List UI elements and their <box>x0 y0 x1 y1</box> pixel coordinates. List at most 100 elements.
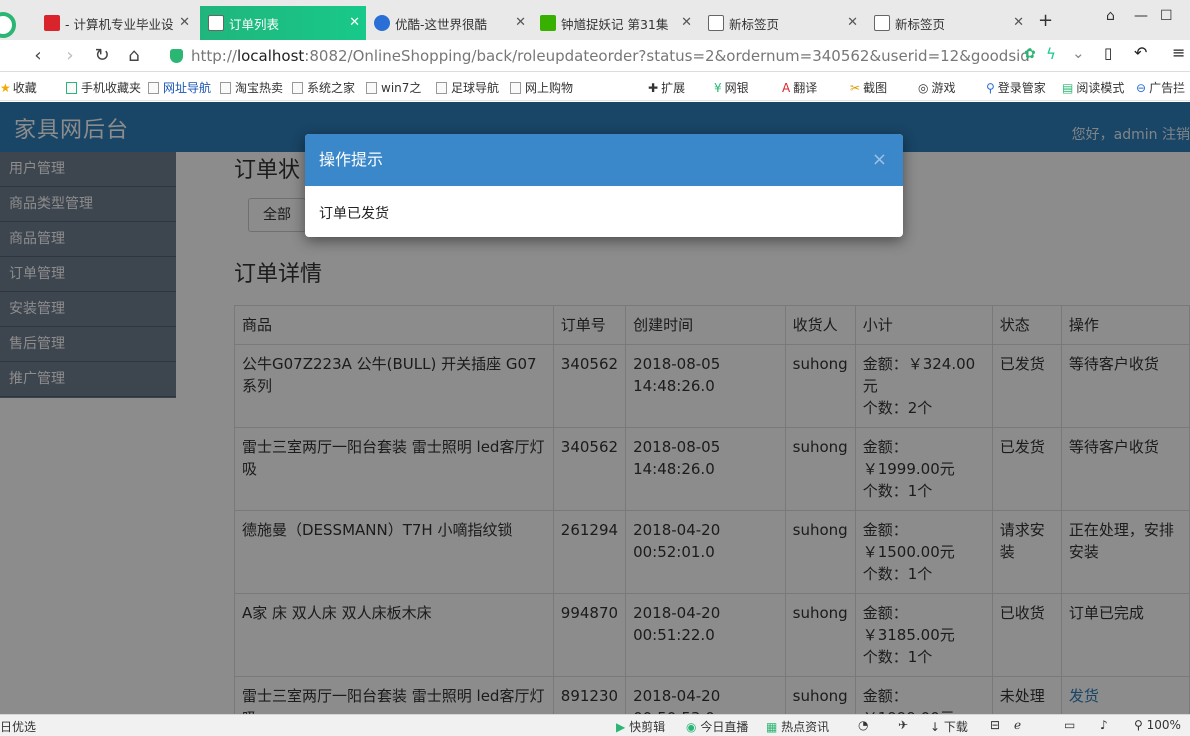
close-tab-icon[interactable]: ✕ <box>515 15 526 30</box>
forward-icon[interactable]: › <box>54 45 86 66</box>
play-icon: ▶ <box>616 720 626 734</box>
bookmark-item[interactable]: ¥ 网银 <box>714 79 749 96</box>
key-icon: ⚲ <box>986 80 995 95</box>
tab-2[interactable]: 优酷-这世界很酷 ✕ <box>366 6 532 40</box>
page-icon <box>510 81 521 94</box>
bookmark-label: 广告拦 <box>1149 81 1186 95</box>
close-tab-icon[interactable]: ✕ <box>1013 15 1024 30</box>
status-item-label: 今日直播 <box>700 720 749 734</box>
bookmark-label: 阅读模式 <box>1076 81 1125 95</box>
tab-5[interactable]: 新标签页 ✕ <box>866 6 1030 40</box>
bookmark-label: win7之 <box>381 81 422 95</box>
grid-favicon-icon <box>708 15 724 31</box>
close-tab-icon[interactable]: ✕ <box>681 15 692 30</box>
browser-status-bar: 日优选 ▶ 快剪辑 ◉ 今日直播 ▦ 热点资讯 ◔ ✈ ↓ 下载 ⊟ ℯ ▭ ♪… <box>0 714 1190 736</box>
bookmark-item[interactable]: 系统之家 <box>292 79 355 96</box>
status-item-news[interactable]: ▦ 热点资讯 <box>766 718 829 735</box>
minimize-icon[interactable]: — <box>1134 8 1148 24</box>
dropdown-icon[interactable]: ⌄ <box>1072 44 1085 62</box>
status-left-text[interactable]: 日优选 <box>0 718 36 735</box>
status-item-quick-edit[interactable]: ▶ 快剪辑 <box>616 718 665 735</box>
status-item-download[interactable]: ↓ 下载 <box>930 718 968 735</box>
news-icon: ▦ <box>766 720 778 734</box>
bookmark-label: 淘宝热卖 <box>235 81 284 95</box>
page-icon <box>148 81 159 94</box>
tab-0[interactable]: - 计算机专业毕业设 ✕ <box>36 6 196 40</box>
close-icon[interactable]: × <box>872 134 887 186</box>
url-host: localhost <box>236 47 305 65</box>
tab-title: 钟馗捉妖记 第31集 <box>561 16 669 32</box>
pin-icon[interactable]: ✈ <box>898 718 908 732</box>
bookmark-item[interactable]: ▤ 阅读模式 <box>1062 79 1124 96</box>
browser-logo-icon[interactable] <box>0 12 16 38</box>
reload-icon[interactable]: ↻ <box>86 45 118 66</box>
bookmark-label: 足球导航 <box>451 81 500 95</box>
grid-favicon-icon <box>874 15 890 31</box>
status-item-live[interactable]: ◉ 今日直播 <box>686 718 748 735</box>
bookmark-item[interactable]: ⚲ 登录管家 <box>986 79 1046 96</box>
bookmark-item[interactable]: ✂ 截图 <box>850 79 887 96</box>
zoom-level[interactable]: ⚲ 100% <box>1134 718 1181 732</box>
translate-icon: A <box>782 80 791 95</box>
bookmark-item[interactable]: ★ 收藏 <box>0 79 37 96</box>
bookmark-item[interactable]: win7之 <box>366 79 421 96</box>
back-icon[interactable]: ‹ <box>22 45 54 66</box>
bookmark-label: 翻译 <box>793 81 818 95</box>
zoom-label: 100% <box>1146 718 1181 732</box>
star-icon: ★ <box>0 80 11 95</box>
home-icon[interactable]: ⌂ <box>118 45 150 66</box>
gamepad-icon: ◎ <box>918 80 929 95</box>
bank-icon: ¥ <box>714 80 722 95</box>
bookmark-item[interactable]: ✚ 扩展 <box>648 79 685 96</box>
bookmark-item[interactable]: A 翻译 <box>782 79 817 96</box>
bookmark-label: 收藏 <box>12 81 37 95</box>
undo-icon[interactable]: ↶ <box>1134 43 1147 62</box>
lightning-icon[interactable]: ϟ <box>1046 45 1056 63</box>
bookmark-label: 系统之家 <box>307 81 356 95</box>
address-bar[interactable]: http://localhost:8082/OnlineShopping/bac… <box>170 44 1090 68</box>
close-tab-icon[interactable]: ✕ <box>179 15 190 30</box>
bookmark-label: 网址导航 <box>163 81 212 95</box>
bookmark-item[interactable]: 手机收藏夹 <box>66 79 141 96</box>
bookmark-item[interactable]: 足球导航 <box>436 79 499 96</box>
bookmark-item[interactable]: 网址导航 <box>148 79 211 96</box>
menu-icon[interactable]: ≡ <box>1172 43 1185 62</box>
youku-favicon-icon <box>374 15 390 31</box>
status-item-label: 热点资讯 <box>781 720 830 734</box>
layout-icon[interactable]: ⊟ <box>990 718 1000 732</box>
page-icon <box>366 81 377 94</box>
browser-nav-bar: ‹ › ↻ ⌂ http://localhost:8082/OnlineShop… <box>0 40 1190 72</box>
dialog-message: 订单已发货 <box>319 206 389 222</box>
close-tab-icon[interactable]: ✕ <box>847 15 858 30</box>
skin-icon[interactable]: ⌂ <box>1106 8 1115 24</box>
bookmark-item[interactable]: 淘宝热卖 <box>220 79 283 96</box>
window-icon[interactable]: ▭ <box>1064 718 1075 732</box>
bookmark-label: 登录管家 <box>997 81 1046 95</box>
phone-icon[interactable]: ▯ <box>1104 44 1112 62</box>
sound-icon[interactable]: ♪ <box>1100 718 1108 732</box>
bookmark-item[interactable]: ⊖ 广告拦 <box>1136 79 1185 96</box>
book-icon: ▤ <box>1062 80 1074 95</box>
operation-tip-dialog: 操作提示 × 订单已发货 <box>305 134 903 237</box>
ie-icon[interactable]: ℯ <box>1014 718 1021 732</box>
new-tab-button[interactable]: + <box>1038 10 1053 31</box>
dialog-header: 操作提示 × <box>305 134 903 186</box>
live-icon: ◉ <box>686 720 697 734</box>
download-icon: ↓ <box>930 720 941 734</box>
tab-1[interactable]: 订单列表 ✕ <box>200 6 366 40</box>
bookmark-label: 截图 <box>863 81 888 95</box>
close-tab-icon[interactable]: ✕ <box>349 15 360 30</box>
bookmark-item[interactable]: 网上购物 <box>510 79 573 96</box>
block-icon: ⊖ <box>1136 80 1147 95</box>
scissors-icon: ✂ <box>850 80 861 95</box>
video-favicon-icon <box>540 15 556 31</box>
tab-title: 新标签页 <box>895 16 946 32</box>
page-icon <box>436 81 447 94</box>
speed-icon[interactable]: ◔ <box>858 718 868 732</box>
page-action-icon[interactable]: ✿ <box>1024 46 1036 62</box>
tab-4[interactable]: 新标签页 ✕ <box>700 6 864 40</box>
url-scheme: http:// <box>191 47 237 65</box>
maximize-icon[interactable]: ☐ <box>1160 8 1173 24</box>
bookmark-item[interactable]: ◎ 游戏 <box>918 79 956 96</box>
tab-3[interactable]: 钟馗捉妖记 第31集 ✕ <box>532 6 698 40</box>
